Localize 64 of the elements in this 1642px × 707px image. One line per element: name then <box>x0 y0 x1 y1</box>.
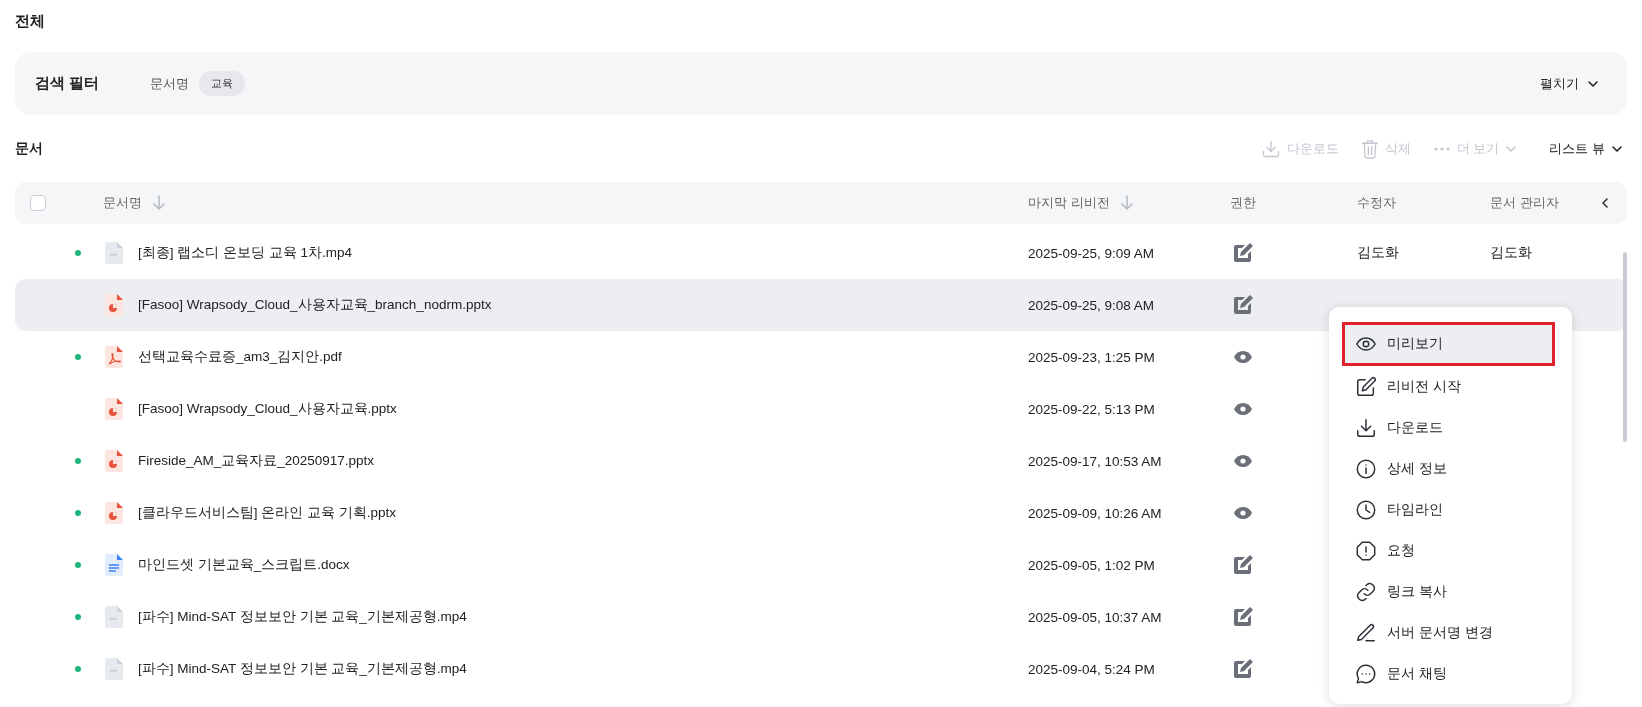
menu-item[interactable]: 문서 채팅 <box>1342 653 1555 694</box>
filter-chip[interactable]: 교육 <box>199 71 245 96</box>
more-icon <box>1432 145 1451 152</box>
pen-icon <box>1355 621 1377 644</box>
filter-title: 검색 필터 <box>35 74 101 93</box>
manager-name: 김도화 <box>1490 244 1532 262</box>
file-name[interactable]: [Fasoo] Wrapsody_Cloud_사용자교육.pptx <box>138 400 397 418</box>
file-name[interactable]: [최종] 랩소디 온보딩 교육 1차.mp4 <box>138 244 353 262</box>
menu-item[interactable]: 상세 정보 <box>1342 448 1555 489</box>
column-header[interactable]: 문서 관리자 <box>1490 194 1559 212</box>
column-header[interactable]: 권한 <box>1230 194 1256 212</box>
select-all-checkbox[interactable] <box>30 195 46 211</box>
link-icon <box>1355 580 1377 603</box>
file-name[interactable]: [파수] Mind-SAT 정보보안 기본 교육_기본제공형.mp4 <box>138 608 467 626</box>
download-icon <box>1355 416 1377 439</box>
expand-button[interactable]: 펼치기 <box>1536 70 1603 97</box>
page-title: 전체 <box>15 11 45 31</box>
file-name[interactable]: [Fasoo] Wrapsody_Cloud_사용자교육_branch_nodrm.pptx <box>138 296 492 314</box>
menu-item[interactable]: 미리보기 <box>1342 322 1555 366</box>
revision-date: 2025-09-17, 10:53 AM <box>1028 453 1162 469</box>
clock-icon <box>1355 498 1377 521</box>
filter-label: 문서명 <box>150 74 189 93</box>
file-name[interactable]: [파수] Mind-SAT 정보보안 기본 교육_기본제공형.mp4 <box>138 660 467 678</box>
column-header[interactable]: 수정자 <box>1357 194 1396 212</box>
file-icon <box>105 606 123 628</box>
column-header[interactable]: 문서명 <box>103 194 142 212</box>
collapse-icon[interactable] <box>1599 197 1611 209</box>
slides-file-icon <box>105 502 123 524</box>
edit-icon <box>1355 375 1377 398</box>
download-icon <box>1260 138 1281 159</box>
slides-file-icon <box>105 398 123 420</box>
info-icon <box>1355 457 1377 480</box>
view-switch[interactable]: 리스트 뷰 <box>1545 136 1627 161</box>
menu-item[interactable]: 다운로드 <box>1342 407 1555 448</box>
column-header[interactable]: 마지막 리비전 <box>1028 194 1110 212</box>
revision-date: 2025-09-23, 1:25 PM <box>1028 349 1155 365</box>
revision-date: 2025-09-05, 1:02 PM <box>1028 557 1155 573</box>
trash-icon <box>1360 138 1379 159</box>
file-name[interactable]: 마인드셋 기본교육_스크립트.docx <box>138 556 350 574</box>
scrollbar[interactable] <box>1623 252 1627 442</box>
revision-date: 2025-09-09, 10:26 AM <box>1028 505 1162 521</box>
revision-date: 2025-09-05, 10:37 AM <box>1028 609 1162 625</box>
menu-item[interactable]: 요청 <box>1342 530 1555 571</box>
file-name[interactable]: 선택교육수료증_am3_김지안.pdf <box>138 348 342 366</box>
revision-date: 2025-09-25, 9:08 AM <box>1028 297 1155 313</box>
editor-name: 김도화 <box>1357 244 1399 262</box>
revision-date: 2025-09-22, 5:13 PM <box>1028 401 1155 417</box>
slides-file-icon <box>105 294 123 316</box>
file-icon <box>105 658 123 680</box>
alert-icon <box>1355 539 1377 562</box>
slides-file-icon <box>105 450 123 472</box>
pdf-file-icon <box>105 346 123 368</box>
menu-item[interactable]: 타임라인 <box>1342 489 1555 530</box>
menu-item[interactable]: 링크 복사 <box>1342 571 1555 612</box>
section-title: 문서 <box>15 139 43 158</box>
text-file-icon <box>105 554 123 576</box>
file-icon <box>105 242 123 264</box>
menu-item[interactable]: 리비전 시작 <box>1342 366 1555 407</box>
file-name[interactable]: Fireside_AM_교육자료_20250917.pptx <box>138 452 375 470</box>
file-name[interactable]: [클라우드서비스팀] 온라인 교육 기획.pptx <box>138 504 397 522</box>
menu-item[interactable]: 서버 문서명 변경 <box>1342 612 1555 653</box>
chat-icon <box>1355 662 1377 685</box>
revision-date: 2025-09-25, 9:09 AM <box>1028 245 1155 261</box>
revision-date: 2025-09-04, 5:24 PM <box>1028 661 1155 677</box>
